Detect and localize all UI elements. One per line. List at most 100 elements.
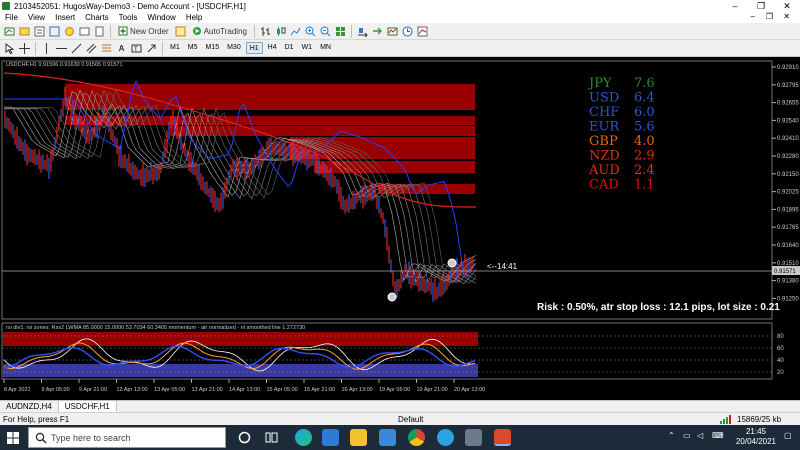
label-tool-icon[interactable]: T — [130, 42, 143, 55]
toolbar-separator — [350, 24, 352, 38]
timeframe-h1[interactable]: H1 — [245, 42, 263, 54]
chart-tabs: AUDNZD,H4 USDCHF,H1 — [0, 400, 800, 412]
arrows-icon[interactable] — [145, 42, 158, 55]
edge-icon[interactable] — [295, 429, 312, 446]
fibonacci-icon[interactable] — [100, 42, 113, 55]
line-chart-icon[interactable] — [289, 25, 302, 38]
timeframe-h4[interactable]: H4 — [265, 42, 280, 54]
timeframe-m1[interactable]: M1 — [167, 42, 183, 54]
date-tick-label: 8 Apr 2021 — [4, 387, 31, 393]
menu-file[interactable]: File — [5, 13, 18, 22]
taskbar-search[interactable]: Type here to search — [28, 427, 226, 448]
inner-close-button[interactable]: ✕ — [783, 12, 790, 21]
autoscroll-icon[interactable] — [371, 25, 384, 38]
cursor-icon[interactable] — [3, 42, 16, 55]
metaeditor-icon[interactable] — [174, 25, 187, 38]
window-title: 2103452051: HugosWay-Demo3 - Demo Accoun… — [14, 1, 246, 11]
trendline-icon[interactable] — [70, 42, 83, 55]
notifications-icon[interactable]: ▢ — [784, 431, 792, 440]
chart-window[interactable]: 0.91571 <--14:41 0.92910 0.92795 0.92655 0.92… — [0, 57, 800, 400]
price-tick-label: 0.91380 — [777, 279, 799, 285]
periods-icon[interactable] — [401, 25, 414, 38]
bar-chart-icon[interactable] — [259, 25, 272, 38]
minimize-button[interactable]: – — [722, 0, 748, 12]
network-icon[interactable]: ▭ — [683, 431, 691, 440]
store-icon[interactable] — [322, 429, 339, 446]
search-placeholder: Type here to search — [51, 433, 131, 443]
date-tick-label: 15 Apr 21:00 — [304, 387, 335, 393]
menu-view[interactable]: View — [28, 13, 45, 22]
maximize-button[interactable]: ❐ — [748, 0, 774, 12]
menu-window[interactable]: Window — [147, 13, 175, 22]
language-icon[interactable]: ⌨ — [712, 431, 724, 440]
timeframe-m30[interactable]: M30 — [224, 42, 244, 54]
price-tick-label: 0.91250 — [777, 296, 799, 302]
task-view-icon[interactable] — [265, 431, 278, 446]
date-tick-label: 12 Apr 13:00 — [117, 387, 148, 393]
new-order-icon — [118, 26, 128, 36]
svg-text:T: T — [134, 47, 138, 53]
price-tick-label: 0.91895 — [777, 207, 799, 213]
profiles-icon[interactable] — [18, 25, 31, 38]
channel-icon[interactable] — [85, 42, 98, 55]
menu-help[interactable]: Help — [186, 13, 202, 22]
horizontal-line-icon[interactable] — [55, 42, 68, 55]
menu-tools[interactable]: Tools — [119, 13, 138, 22]
bar-countdown: <--14:41 — [487, 262, 518, 271]
tray-chevron-icon[interactable]: ⌃ — [668, 431, 675, 440]
close-button[interactable]: ✕ — [774, 0, 800, 12]
zoom-out-icon[interactable] — [319, 25, 332, 38]
new-order-button[interactable]: New Order — [115, 25, 172, 38]
timeframe-m5[interactable]: M5 — [185, 42, 201, 54]
taskbar-clock[interactable]: 21:45 20/04/2021 — [736, 427, 776, 447]
metatrader-icon[interactable] — [494, 429, 511, 446]
strength-currency-chf: CHF — [589, 105, 619, 120]
zoom-in-icon[interactable] — [304, 25, 317, 38]
strategy-tester-icon[interactable] — [93, 25, 106, 38]
autotrading-icon — [192, 27, 201, 35]
telegram-icon[interactable] — [437, 429, 454, 446]
indicators-icon[interactable] — [386, 25, 399, 38]
menu-charts[interactable]: Charts — [85, 13, 109, 22]
volume-icon[interactable]: ◁ — [697, 431, 703, 440]
windows-start-icon[interactable] — [7, 432, 19, 446]
timeframe-d1[interactable]: D1 — [282, 42, 297, 54]
candlestick-icon[interactable] — [274, 25, 287, 38]
price-tick-label: 0.92655 — [777, 101, 799, 107]
calculator-icon[interactable] — [465, 429, 482, 446]
autotrading-button[interactable]: AutoTrading — [189, 25, 250, 38]
text-tool-icon[interactable]: A — [115, 42, 128, 55]
inner-restore-button[interactable]: ❐ — [766, 12, 773, 21]
tab-audnzd-h4[interactable]: AUDNZD,H4 — [0, 401, 59, 412]
indicator-info: rsi div1: rsi zones: Rsx2 LWMA 85.0000 1… — [6, 325, 305, 331]
oversold-zone — [3, 364, 478, 377]
price-tick-label: 0.92150 — [777, 172, 799, 178]
chrome-icon[interactable] — [408, 429, 425, 446]
file-explorer-icon[interactable] — [350, 429, 367, 446]
market-watch-icon[interactable] — [33, 25, 46, 38]
menu-bar: File View Insert Charts Tools Window Hel… — [0, 12, 800, 23]
new-chart-icon[interactable] — [3, 25, 16, 38]
crosshair-icon[interactable] — [18, 42, 31, 55]
vertical-line-icon[interactable] — [40, 42, 53, 55]
status-bar: For Help, press F1 Default 15869/25 kb — [0, 412, 800, 425]
timeframe-w1[interactable]: W1 — [299, 42, 316, 54]
price-tick-label: 0.91765 — [777, 225, 799, 231]
navigator-icon[interactable] — [63, 25, 76, 38]
menu-insert[interactable]: Insert — [55, 13, 75, 22]
inner-minimize-button[interactable]: – — [751, 12, 755, 21]
current-price-label: 0.91571 — [774, 269, 796, 275]
templates-icon[interactable] — [416, 25, 429, 38]
timeframe-m15[interactable]: M15 — [202, 42, 222, 54]
date-tick-label: 19 Apr 05:00 — [379, 387, 410, 393]
price-chart[interactable]: 0.91571 <--14:41 0.92910 0.92795 0.92655 0.92… — [0, 57, 800, 400]
tab-usdchf-h1[interactable]: USDCHF,H1 — [58, 401, 117, 412]
mail-icon[interactable] — [379, 429, 396, 446]
tile-windows-icon[interactable] — [334, 25, 347, 38]
timeframe-mn[interactable]: MN — [317, 42, 334, 54]
cortana-icon[interactable] — [238, 431, 251, 446]
strength-currency-usd: USD — [589, 91, 619, 106]
chart-shift-icon[interactable] — [356, 25, 369, 38]
terminal-icon[interactable] — [78, 25, 91, 38]
data-window-icon[interactable] — [48, 25, 61, 38]
